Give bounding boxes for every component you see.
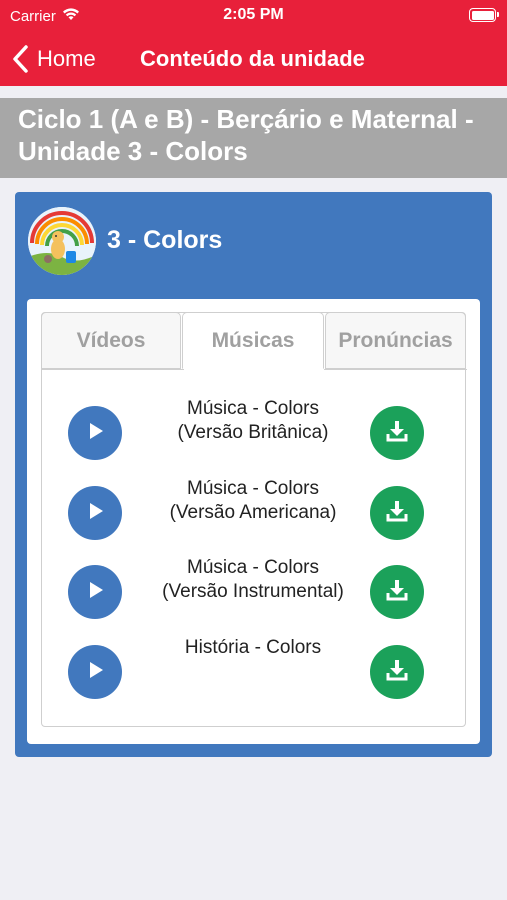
download-button[interactable] [370, 406, 424, 460]
play-button[interactable] [68, 486, 122, 540]
tab-videos[interactable]: Vídeos [41, 312, 181, 369]
download-button[interactable] [370, 645, 424, 699]
tab-container: Vídeos Músicas Pronúncias Música - Color… [41, 312, 467, 727]
unit-logo [28, 207, 96, 275]
back-button[interactable]: Home [10, 44, 96, 74]
play-button[interactable] [68, 645, 122, 699]
play-icon [85, 580, 105, 605]
track-title-line2: (Versão Britânica) [177, 422, 329, 443]
status-bar: Carrier 2:05 PM [0, 0, 507, 34]
track-title: Música - Colors (Versão Britânica) [134, 397, 372, 445]
list-item: Música - Colors (Versão Instrumental) [42, 556, 467, 626]
active-tab-gap [184, 369, 324, 370]
play-icon [85, 501, 105, 526]
download-button[interactable] [370, 565, 424, 619]
play-button[interactable] [68, 565, 122, 619]
unit-title: 3 - Colors [107, 226, 223, 254]
tab-pronuncias[interactable]: Pronúncias [325, 312, 466, 369]
tab-bar: Vídeos Músicas Pronúncias [41, 312, 466, 369]
chevron-left-icon [10, 44, 32, 74]
battery-icon [469, 8, 499, 22]
track-title-line2: (Versão Instrumental) [162, 581, 344, 602]
track-title-line1: História - Colors [184, 637, 322, 658]
page-background [0, 758, 507, 900]
download-icon [385, 419, 409, 448]
track-title: Música - Colors (Versão Instrumental) [134, 556, 372, 604]
download-icon [385, 499, 409, 528]
download-icon [385, 578, 409, 607]
course-header-line2: Unidade 3 - Colors [18, 136, 248, 166]
unit-card: 3 - Colors Vídeos Músicas Pronúncias Mús… [15, 192, 492, 757]
track-title: História - Colors [134, 636, 372, 660]
course-header: Ciclo 1 (A e B) - Berçário e Maternal - … [0, 98, 507, 178]
course-header-line1: Ciclo 1 (A e B) - Berçário e Maternal - [18, 104, 474, 134]
track-title-line1: Música - Colors [187, 478, 319, 499]
track-title-line1: Música - Colors [187, 557, 319, 578]
download-button[interactable] [370, 486, 424, 540]
play-button[interactable] [68, 406, 122, 460]
list-item: Música - Colors (Versão Britânica) [42, 397, 467, 467]
track-title-line1: Música - Colors [187, 398, 319, 419]
page-title: Conteúdo da unidade [140, 46, 365, 71]
content-panel: Vídeos Músicas Pronúncias Música - Color… [27, 299, 480, 744]
list-item: História - Colors [42, 636, 467, 706]
navigation-bar: Home Conteúdo da unidade [0, 34, 507, 86]
track-title-line2: (Versão Americana) [169, 502, 337, 523]
download-icon [385, 658, 409, 687]
clock: 2:05 PM [223, 6, 284, 23]
play-icon [85, 421, 105, 446]
play-icon [85, 660, 105, 685]
track-title: Música - Colors (Versão Americana) [134, 477, 372, 525]
back-button-label: Home [37, 46, 96, 71]
tab-musicas[interactable]: Músicas [182, 312, 324, 369]
list-item: Música - Colors (Versão Americana) [42, 477, 467, 547]
